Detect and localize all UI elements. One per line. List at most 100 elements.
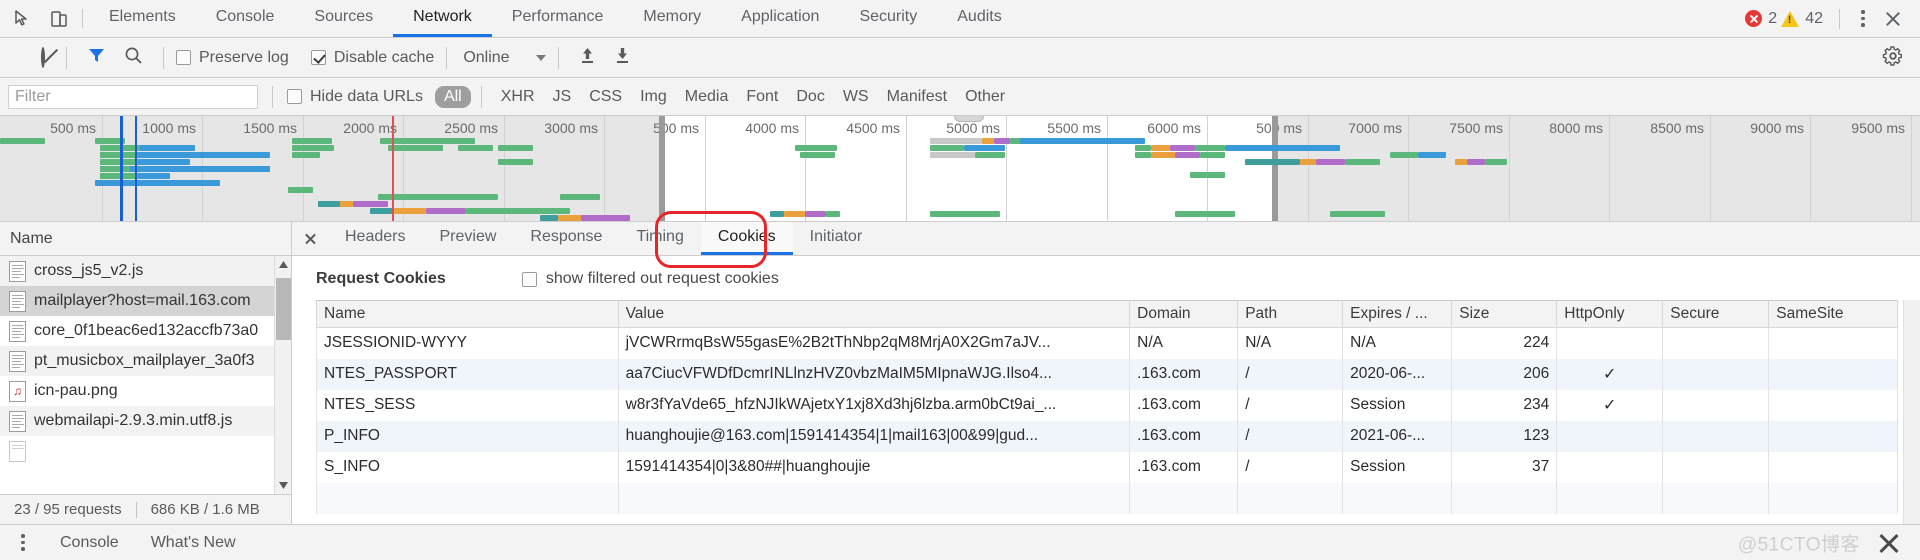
type-filter-img[interactable]: Img <box>631 86 676 108</box>
type-filter-font[interactable]: Font <box>737 86 787 108</box>
drawer-more-icon[interactable] <box>12 531 34 555</box>
request-row-6[interactable] <box>0 436 291 466</box>
cookie-row-0[interactable]: JSESSIONID-WYYY jVCWRrmqBsW55gasE%2B2tTh… <box>316 327 1898 359</box>
type-filter-xhr[interactable]: XHR <box>492 86 544 108</box>
device-toolbar-icon[interactable] <box>46 6 72 32</box>
type-filter-js[interactable]: JS <box>544 86 581 108</box>
export-har-button[interactable] <box>606 46 639 69</box>
col-header-expires[interactable]: Expires / ... <box>1342 300 1453 328</box>
col-header-size[interactable]: Size <box>1451 300 1558 328</box>
overview-tick-label-15: 8000 ms <box>1549 120 1603 136</box>
type-filter-manifest[interactable]: Manifest <box>878 86 956 108</box>
cookie-row-1[interactable]: NTES_PASSPORT aa7CiucVFWDfDcmrINLlnzHVZ0… <box>316 358 1898 390</box>
close-detail-icon[interactable] <box>292 222 328 255</box>
col-header-samesite[interactable]: SameSite <box>1768 300 1898 328</box>
overview-resize-handle-1[interactable] <box>1272 116 1278 221</box>
type-filter-ws[interactable]: WS <box>834 86 878 108</box>
cookie-domain-2: .163.com <box>1129 389 1239 421</box>
more-options-icon[interactable] <box>1852 7 1874 31</box>
request-list-scrollbar[interactable] <box>274 256 291 494</box>
cookie-httponly-1: ✓ <box>1556 358 1664 390</box>
overview-request-bar <box>1175 211 1235 217</box>
overview-drag-grip[interactable] <box>953 116 984 122</box>
overview-tick-line-2 <box>303 116 304 221</box>
drawer-tab-console-label: Console <box>60 533 119 551</box>
overview-request-bar <box>930 138 983 144</box>
col-header-path[interactable]: Path <box>1237 300 1344 328</box>
tab-performance-label: Performance <box>511 8 604 25</box>
cookie-row-2[interactable]: NTES_SESS w8r3fYaVde65_hfzNJIkWAjetxY1xj… <box>316 389 1898 421</box>
tab-audits[interactable]: Audits <box>937 0 1021 37</box>
overview-resize-handle-0[interactable] <box>659 116 665 221</box>
detail-tab-cookies[interactable]: Cookies <box>700 222 793 255</box>
detail-tab-timing[interactable]: Timing <box>619 222 700 255</box>
request-row-2[interactable]: core_0f1beac6ed132accfb73a0 <box>0 316 291 346</box>
overview-request-bar <box>826 211 840 217</box>
detail-tab-preview[interactable]: Preview <box>422 222 513 255</box>
scrollbar-thumb[interactable] <box>276 278 291 340</box>
type-filter-media[interactable]: Media <box>676 86 738 108</box>
request-row-4[interactable]: icn-pau.png <box>0 376 291 406</box>
script-file-icon <box>9 440 26 462</box>
drawer-tab-whats-new[interactable]: What's New <box>135 534 252 552</box>
request-list-header[interactable]: Name <box>0 222 291 256</box>
col-header-secure[interactable]: Secure <box>1662 300 1770 328</box>
network-timeline-overview[interactable]: 500 ms 1000 ms 1500 ms 2000 ms 2500 ms 3000 m… <box>0 116 1920 222</box>
show-filtered-cookies-checkbox[interactable]: show filtered out request cookies <box>521 270 779 288</box>
inspect-element-icon[interactable] <box>10 6 36 32</box>
col-header-name[interactable]: Name <box>316 300 619 328</box>
filter-toggle-button[interactable] <box>79 46 114 69</box>
overview-tick-line-17 <box>1810 116 1811 221</box>
col-header-domain[interactable]: Domain <box>1129 300 1239 328</box>
error-badge[interactable]: 2 <box>1745 10 1777 28</box>
tab-console[interactable]: Console <box>196 0 295 37</box>
disable-cache-checkbox[interactable]: Disable cache <box>310 49 434 67</box>
warning-badge[interactable]: 42 <box>1781 10 1823 28</box>
detail-tab-headers[interactable]: Headers <box>328 222 422 255</box>
tab-performance[interactable]: Performance <box>492 0 624 37</box>
cookie-path-3: / <box>1237 420 1344 452</box>
cookie-row-5-partial[interactable] <box>316 482 1898 514</box>
request-row-5[interactable]: webmailapi-2.9.3.min.utf8.js <box>0 406 291 436</box>
filter-input[interactable] <box>8 84 258 109</box>
settings-gear-icon[interactable] <box>1882 45 1908 71</box>
col-header-value[interactable]: Value <box>617 300 1131 328</box>
type-filter-all[interactable]: All <box>434 85 471 108</box>
search-button[interactable] <box>116 46 151 69</box>
request-row-0[interactable]: cross_js5_v2.js <box>0 256 291 286</box>
tab-application[interactable]: Application <box>721 0 839 37</box>
tab-elements[interactable]: Elements <box>89 0 196 37</box>
type-filter-other[interactable]: Other <box>956 86 1014 108</box>
cookie-row-4[interactable]: S_INFO 1591414354|0|3&80##|huanghoujie .… <box>316 451 1898 483</box>
clear-button-wrap[interactable] <box>32 47 54 68</box>
hide-data-urls-checkbox[interactable]: Hide data URLs <box>287 88 423 106</box>
scroll-down-icon[interactable] <box>275 477 291 494</box>
preserve-log-checkbox[interactable]: Preserve log <box>176 49 289 67</box>
type-filter-doc[interactable]: Doc <box>787 86 833 108</box>
cookies-table-scrollbar[interactable] <box>1903 300 1920 524</box>
request-row-3[interactable]: pt_musicbox_mailplayer_3a0f3 <box>0 346 291 376</box>
overview-request-bar <box>1135 145 1151 151</box>
cookie-secure-5 <box>1662 482 1770 514</box>
watermark-close-icon[interactable] <box>1876 530 1902 556</box>
tab-audits-label: Audits <box>957 8 1002 25</box>
tab-sources[interactable]: Sources <box>294 0 393 37</box>
throttling-select[interactable]: Online <box>459 49 546 67</box>
overview-request-bar <box>498 145 533 151</box>
request-row-1[interactable]: mailplayer?host=mail.163.com <box>0 286 291 316</box>
type-filter-css[interactable]: CSS <box>580 86 631 108</box>
scroll-up-icon[interactable] <box>275 256 291 273</box>
import-har-button[interactable] <box>571 46 604 69</box>
close-devtools-icon[interactable] <box>1880 6 1906 32</box>
network-control-toolbar: Preserve log Disable cache Online <box>0 38 1920 78</box>
tab-security[interactable]: Security <box>839 0 937 37</box>
col-header-httponly[interactable]: HttpOnly <box>1556 300 1664 328</box>
cookie-row-3[interactable]: P_INFO huanghoujie@163.com|1591414354|1|… <box>316 420 1898 452</box>
overview-request-bar <box>930 152 975 158</box>
detail-tab-initiator[interactable]: Initiator <box>793 222 879 255</box>
tab-network[interactable]: Network <box>393 0 492 37</box>
overview-tick-line-5 <box>604 116 605 221</box>
drawer-tab-console[interactable]: Console <box>44 534 135 552</box>
tab-memory[interactable]: Memory <box>623 0 721 37</box>
detail-tab-response[interactable]: Response <box>513 222 619 255</box>
